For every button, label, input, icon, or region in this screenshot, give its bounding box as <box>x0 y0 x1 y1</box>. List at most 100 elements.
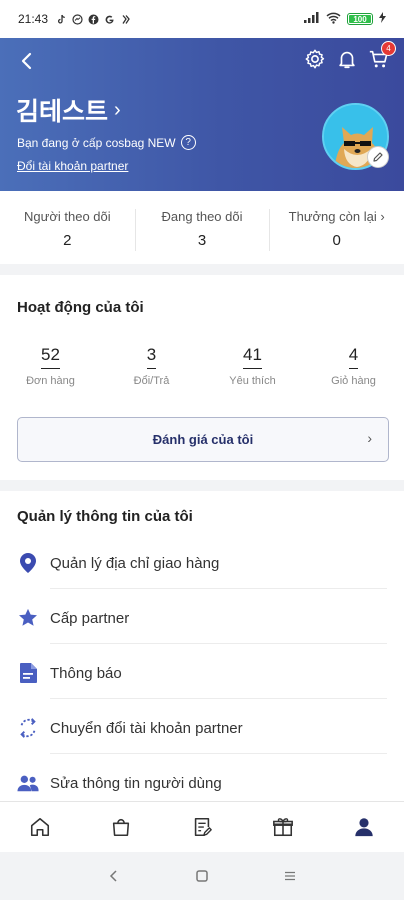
favorites-count[interactable]: 41 Yêu thích <box>202 345 303 387</box>
system-home-button[interactable] <box>190 864 214 888</box>
following-stat[interactable]: Đang theo dõi 3 <box>134 191 270 264</box>
nav-shop[interactable] <box>81 802 162 852</box>
stat-label: Thưởng còn lại › <box>269 209 404 224</box>
divider <box>50 643 387 644</box>
chevron-right-icon: › <box>114 98 121 121</box>
users-icon <box>17 772 39 794</box>
google-icon <box>104 14 115 25</box>
battery-level: 100 <box>353 14 367 24</box>
menu-item-switch-partner[interactable]: Chuyển đổi tài khoản partner <box>17 706 387 750</box>
activity-title: Hoạt động của tôi <box>17 299 144 316</box>
settings-button[interactable] <box>304 48 326 70</box>
charging-icon <box>379 12 386 26</box>
username: 김테스트 <box>16 98 109 126</box>
stat-value: 2 <box>63 232 72 249</box>
divider <box>50 753 387 754</box>
document-icon <box>17 662 39 684</box>
my-activity-section: Hoạt động của tôi 52 Đơn hàng 3 Đổi/Trả … <box>0 275 404 480</box>
notifications-button[interactable] <box>336 48 358 70</box>
stat-label: Đang theo dõi <box>161 209 243 224</box>
divider <box>50 698 387 699</box>
stat-value: 3 <box>197 232 207 249</box>
manage-info-section: Quản lý thông tin của tôi Quản lý địa ch… <box>0 491 404 801</box>
home-icon <box>31 817 50 837</box>
profile-screen: 21:43 100 4 김테스트 › Bạn đang ở cấp cosbag… <box>0 0 404 900</box>
edit-avatar-button[interactable] <box>367 146 389 168</box>
status-right: 100 <box>304 12 386 27</box>
shopping-bag-icon <box>113 818 130 837</box>
gift-box-icon <box>272 818 293 837</box>
menu-item-label: Thông báo <box>50 664 122 682</box>
help-icon[interactable]: ? <box>180 135 196 150</box>
rewards-stat[interactable]: Thưởng còn lại › 0 <box>269 191 404 264</box>
count-value: 3 <box>146 345 157 369</box>
system-nav-bar <box>0 852 404 900</box>
status-time: 21:43 <box>18 12 49 26</box>
menu-item-label: Chuyển đổi tài khoản partner <box>50 719 243 737</box>
my-reviews-label: Đánh giá của tôi <box>152 432 254 447</box>
square-icon <box>196 870 208 882</box>
stat-label: Người theo dõi <box>24 209 111 224</box>
app-icon <box>120 14 131 25</box>
menu-item-edit-profile[interactable]: Sửa thông tin người dùng <box>17 761 387 801</box>
manage-title: Quản lý thông tin của tôi <box>17 508 193 525</box>
orders-count[interactable]: 52 Đơn hàng <box>0 345 101 387</box>
divider <box>50 588 387 589</box>
profile-icon <box>354 818 373 837</box>
menu-item-partner-level[interactable]: Cấp partner <box>17 596 387 640</box>
facebook-icon <box>88 14 99 25</box>
system-menu-button[interactable] <box>278 864 302 888</box>
menu-item-address[interactable]: Quản lý địa chỉ giao hàng <box>17 541 387 585</box>
stat-value: 0 <box>332 232 341 249</box>
messenger-icon <box>72 13 83 25</box>
username-button[interactable]: 김테스트 › <box>16 92 121 128</box>
gear-icon <box>305 49 325 69</box>
menu-item-label: Cấp partner <box>50 609 130 627</box>
returns-count[interactable]: 3 Đổi/Trả <box>101 345 202 387</box>
status-bar: 21:43 100 <box>0 0 404 38</box>
follow-stats: Người theo dõi 2 Đang theo dõi 3 Thưởng … <box>0 191 404 264</box>
count-value: 52 <box>41 345 60 369</box>
count-label: Đơn hàng <box>26 375 75 387</box>
tier-text: Bạn đang ở cấp cosbag NEW <box>17 135 176 150</box>
my-reviews-button[interactable]: Đánh giá của tôi › <box>17 417 389 462</box>
menu-item-notifications[interactable]: Thông báo <box>17 651 387 695</box>
tiktok-icon <box>56 14 67 25</box>
menu-item-label: Sửa thông tin người dùng <box>50 774 222 792</box>
followers-stat[interactable]: Người theo dõi 2 <box>0 191 135 264</box>
nav-profile[interactable] <box>323 802 404 852</box>
wifi-icon <box>326 12 341 27</box>
count-value: 41 <box>243 345 262 369</box>
nav-home[interactable] <box>0 802 81 852</box>
count-label: Đổi/Trả <box>133 375 170 387</box>
location-pin-icon <box>17 552 39 574</box>
chevron-right-icon: › <box>380 209 385 224</box>
chevron-left-icon <box>109 870 117 882</box>
menu-item-label: Quản lý địa chỉ giao hàng <box>50 554 220 572</box>
menu-icon <box>285 871 295 881</box>
chevron-left-icon <box>21 52 32 70</box>
bottom-nav <box>0 801 404 852</box>
nav-gifts[interactable] <box>242 802 323 852</box>
signal-icon <box>304 12 320 26</box>
switch-partner-link[interactable]: Đổi tài khoản partner <box>17 159 128 173</box>
cart-button[interactable]: 4 <box>368 41 396 70</box>
stat-label-text: Thưởng còn lại <box>288 209 377 224</box>
tier-info: Bạn đang ở cấp cosbag NEW ? <box>17 135 196 150</box>
pencil-icon <box>373 152 383 162</box>
notes-icon <box>194 817 212 837</box>
cart-count[interactable]: 4 Giỏ hàng <box>303 345 404 387</box>
nav-notes[interactable] <box>162 802 243 852</box>
header-actions: 4 <box>304 41 396 70</box>
notification-icons <box>56 13 131 25</box>
battery-icon: 100 <box>347 13 373 25</box>
cart-count-badge: 4 <box>381 41 396 56</box>
back-button[interactable] <box>16 50 38 72</box>
chevron-right-icon: › <box>367 430 372 446</box>
star-icon <box>17 607 39 629</box>
count-label: Yêu thích <box>229 375 276 387</box>
system-back-button[interactable] <box>102 864 126 888</box>
bell-icon <box>339 51 355 69</box>
switch-account-icon <box>17 717 39 739</box>
activity-counts: 52 Đơn hàng 3 Đổi/Trả 41 Yêu thích 4 Giỏ… <box>0 345 404 387</box>
